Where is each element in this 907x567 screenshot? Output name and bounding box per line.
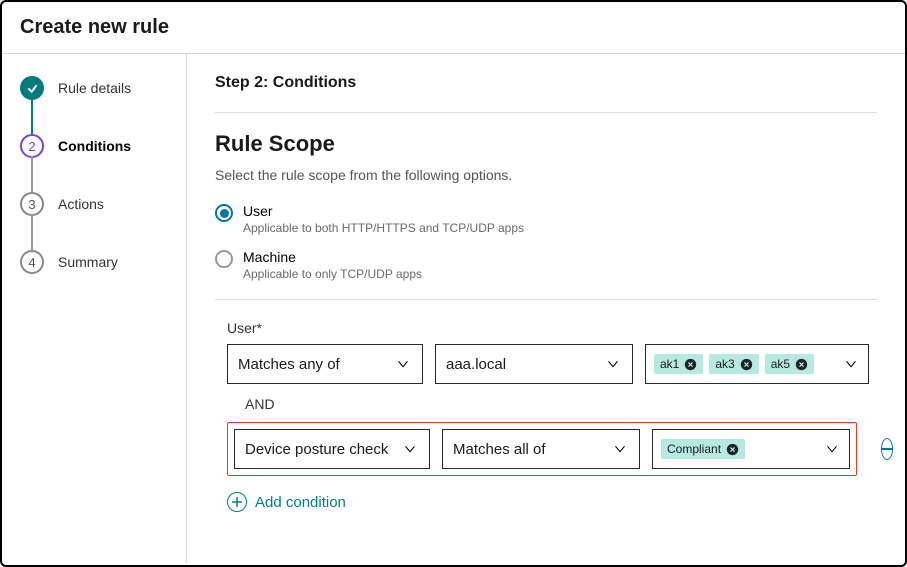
step-heading: Step 2: Conditions <box>215 74 877 92</box>
remove-tag-icon[interactable] <box>795 358 808 371</box>
remove-tag-icon[interactable] <box>684 358 697 371</box>
select-value: Matches any of <box>238 356 340 373</box>
radio-label: User <box>243 203 524 219</box>
step-label: Conditions <box>58 138 131 154</box>
select-value: aaa.local <box>446 356 506 373</box>
user-field-label: User* <box>227 320 877 336</box>
radio-icon <box>215 204 233 222</box>
tag: ak1 <box>654 354 703 374</box>
step-label: Summary <box>58 254 118 270</box>
main-panel: Step 2: Conditions Rule Scope Select the… <box>187 54 905 563</box>
remove-condition-button[interactable] <box>881 438 893 460</box>
divider <box>215 299 877 300</box>
user-tags-select[interactable]: ak1 ak3 ak5 <box>645 344 869 384</box>
remove-tag-icon[interactable] <box>740 358 753 371</box>
chevron-down-icon <box>611 440 629 458</box>
remove-tag-icon[interactable] <box>726 443 739 456</box>
condition-row-highlighted: Device posture check Matches all of Comp… <box>227 422 877 476</box>
step-label: Actions <box>58 196 104 212</box>
scope-option-machine[interactable]: Machine Applicable to only TCP/UDP apps <box>215 249 877 281</box>
step-label: Rule details <box>58 80 131 96</box>
chevron-down-icon <box>604 355 622 373</box>
minus-icon <box>882 448 892 450</box>
step-rule-details[interactable]: Rule details <box>20 76 170 100</box>
select-value: Device posture check <box>245 441 388 458</box>
and-joiner: AND <box>245 396 877 412</box>
plus-icon <box>227 492 247 512</box>
conditions-block: User* Matches any of aaa.local ak1 ak3 a… <box>227 320 877 512</box>
radio-desc: Applicable to only TCP/UDP apps <box>243 267 422 281</box>
radio-desc: Applicable to both HTTP/HTTPS and TCP/UD… <box>243 221 524 235</box>
match-operator-select[interactable]: Matches any of <box>227 344 423 384</box>
domain-select[interactable]: aaa.local <box>435 344 633 384</box>
rule-scope-title: Rule Scope <box>215 131 877 157</box>
wizard-sidebar: Rule details 2 Conditions 3 Actions 4 Su… <box>2 54 187 563</box>
add-condition-label: Add condition <box>255 494 346 511</box>
tag: Compliant <box>661 439 745 459</box>
chevron-down-icon <box>823 440 841 458</box>
match-operator-select[interactable]: Matches all of <box>442 429 640 469</box>
step-conditions[interactable]: 2 Conditions <box>20 134 170 158</box>
chevron-down-icon <box>394 355 412 373</box>
divider <box>215 112 877 113</box>
add-condition-button[interactable]: Add condition <box>227 492 877 512</box>
step-actions[interactable]: 3 Actions <box>20 192 170 216</box>
tag: ak5 <box>765 354 814 374</box>
tag: ak3 <box>709 354 758 374</box>
radio-icon <box>215 250 233 268</box>
page-body: Rule details 2 Conditions 3 Actions 4 Su… <box>2 54 905 563</box>
highlighted-condition: Device posture check Matches all of Comp… <box>227 422 857 476</box>
radio-label: Machine <box>243 249 422 265</box>
rule-scope-subtitle: Select the rule scope from the following… <box>215 167 877 183</box>
select-value: Matches all of <box>453 441 546 458</box>
condition-type-select[interactable]: Device posture check <box>234 429 430 469</box>
page-title: Create new rule <box>2 2 905 54</box>
scope-option-user[interactable]: User Applicable to both HTTP/HTTPS and T… <box>215 203 877 235</box>
scope-radio-group: User Applicable to both HTTP/HTTPS and T… <box>215 203 877 281</box>
check-icon <box>26 82 39 95</box>
step-summary[interactable]: 4 Summary <box>20 250 170 274</box>
condition-row: Matches any of aaa.local ak1 ak3 ak5 <box>227 344 877 384</box>
chevron-down-icon <box>842 355 860 373</box>
create-rule-frame: Create new rule Rule details 2 Condition… <box>0 0 907 567</box>
posture-tags-select[interactable]: Compliant <box>652 429 850 469</box>
chevron-down-icon <box>401 440 419 458</box>
